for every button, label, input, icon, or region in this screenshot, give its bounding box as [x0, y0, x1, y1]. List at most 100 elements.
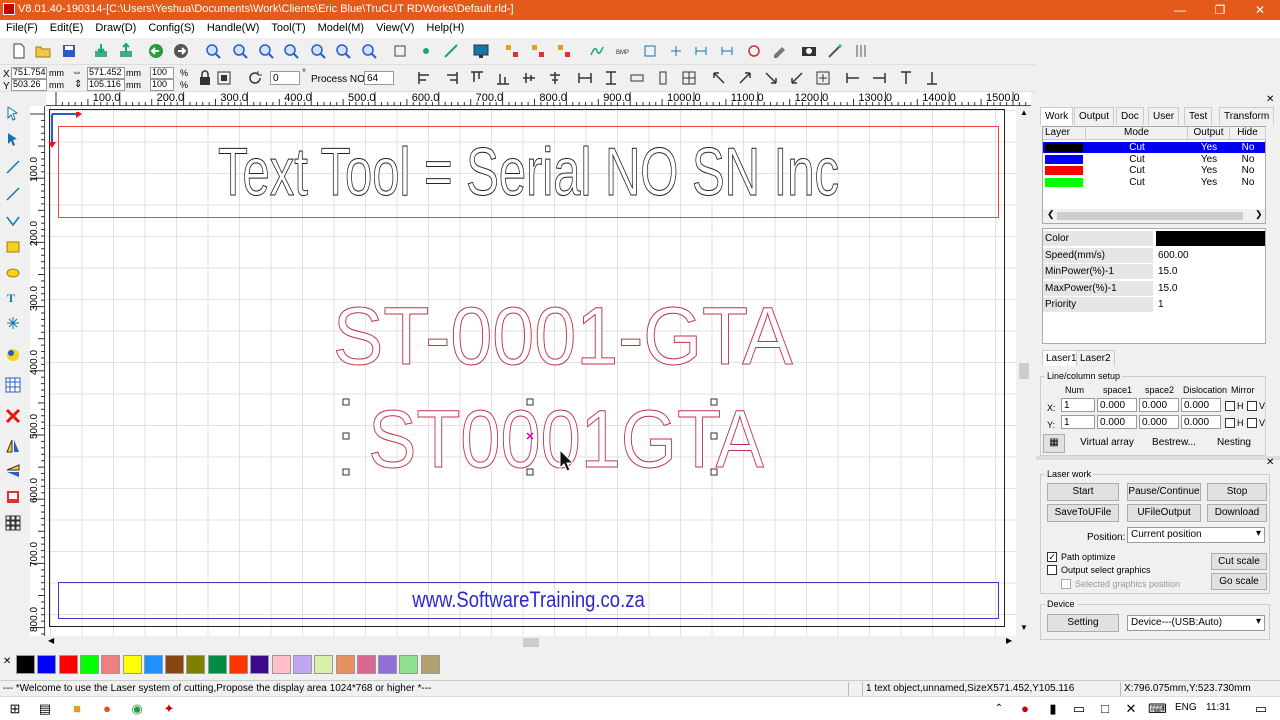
cut-scale-button[interactable]: Cut scale [1211, 553, 1267, 570]
scroll-right-icon[interactable]: ❯ [1255, 209, 1263, 220]
align-center-h-icon[interactable] [546, 69, 564, 87]
zoom-page-icon[interactable] [309, 42, 327, 60]
tab-doc[interactable]: Doc [1116, 107, 1144, 125]
palette-swatch[interactable] [314, 655, 334, 674]
apply-size-icon[interactable] [215, 69, 233, 87]
layer-scroll-thumb[interactable] [1057, 212, 1243, 220]
go-scale-button[interactable]: Go scale [1211, 573, 1267, 590]
palette-swatch[interactable] [186, 655, 206, 674]
weld-icon[interactable] [718, 42, 736, 60]
mirror-y-v-checkbox[interactable] [1247, 418, 1257, 428]
language-indicator[interactable]: ENG [1175, 702, 1197, 713]
palette-swatch[interactable] [207, 655, 227, 674]
scroll-right-icon[interactable]: ▶ [1006, 636, 1012, 645]
device-select[interactable]: Device---(USB:Auto) [1127, 615, 1265, 631]
select-arrow-icon[interactable] [4, 104, 22, 122]
selected-position-checkbox[interactable] [1061, 579, 1071, 589]
tray-expand-icon[interactable]: ⌃ [990, 700, 1008, 718]
no-color-icon[interactable]: ✕ [3, 656, 11, 667]
tray-app-icon[interactable]: ● [1016, 700, 1034, 718]
output-select-checkbox[interactable] [1047, 565, 1057, 575]
bitmap-icon[interactable]: BMP [614, 42, 632, 60]
array-icon[interactable] [503, 42, 521, 60]
pause-continue-button[interactable]: Pause/Continue [1127, 483, 1201, 501]
param-color-swatch[interactable] [1156, 231, 1265, 246]
layer-row[interactable]: Cut Yes No [1043, 142, 1265, 153]
hspace-left-icon[interactable] [844, 69, 862, 87]
process-no-input[interactable]: 64 [364, 71, 394, 85]
ungroup-icon[interactable] [555, 42, 573, 60]
curve-tool-icon[interactable] [4, 212, 22, 230]
polyline-tool-icon[interactable] [4, 185, 22, 203]
distribute-h-icon[interactable] [576, 69, 594, 87]
align-top-icon[interactable] [468, 69, 486, 87]
keyboard-icon[interactable]: ⌨ [1148, 700, 1167, 718]
palette-swatch[interactable] [165, 655, 185, 674]
mirror-x-h-checkbox[interactable] [1225, 401, 1235, 411]
horizontal-scroll-thumb[interactable] [523, 638, 539, 647]
start-button[interactable]: Start [1047, 483, 1119, 501]
scroll-left-icon[interactable]: ❮ [1047, 209, 1055, 220]
zoom-window-icon[interactable] [282, 42, 300, 60]
palette-swatch[interactable] [420, 655, 440, 674]
move-bottom-left-icon[interactable] [788, 69, 806, 87]
redo-icon[interactable] [172, 42, 190, 60]
header-text[interactable]: Text Tool = Serial NO SN Inc [190, 134, 868, 211]
bestrew-button[interactable]: Bestrew... [1145, 436, 1203, 452]
distribute-v-icon[interactable] [602, 69, 620, 87]
pen-icon[interactable] [771, 42, 789, 60]
close-button[interactable]: ✕ [1240, 0, 1280, 20]
cut-line-icon[interactable] [667, 42, 685, 60]
position-select[interactable]: Current position [1127, 527, 1265, 543]
menu-config[interactable]: Config(S) [142, 20, 200, 36]
vspace-bottom-icon[interactable] [923, 69, 941, 87]
same-height-icon[interactable] [654, 69, 672, 87]
height-input[interactable]: 105.116 [87, 79, 125, 91]
mirror-x-v-checkbox[interactable] [1247, 401, 1257, 411]
array-y-num[interactable]: 1 [1061, 415, 1095, 429]
menu-edit[interactable]: Edit(E) [44, 20, 90, 36]
param-value[interactable]: 15.0 [1156, 281, 1265, 296]
save-to-ufile-button[interactable]: SaveToUFile [1047, 504, 1119, 522]
zoom-fit-icon[interactable] [360, 42, 378, 60]
move-center-icon[interactable] [814, 69, 832, 87]
rdworks-taskbar-icon[interactable]: ✦ [160, 700, 178, 718]
scroll-left-icon[interactable]: ◀ [48, 636, 54, 645]
virtual-array-button[interactable]: Virtual array [1071, 436, 1143, 452]
palette-swatch[interactable] [229, 655, 248, 674]
rotate-icon[interactable] [246, 69, 264, 87]
palette-swatch[interactable] [37, 655, 57, 674]
path-optimize-checkbox[interactable]: ✓ [1047, 552, 1057, 562]
param-value[interactable]: 1 [1156, 297, 1265, 312]
rotate-input[interactable]: 0 [270, 71, 300, 85]
array-x-dislocation[interactable]: 0.000 [1181, 398, 1221, 412]
array-y-space2[interactable]: 0.000 [1139, 415, 1179, 429]
drawing-canvas[interactable]: Text Tool = Serial NO SN Inc ST-0001-GTA… [46, 106, 1016, 636]
x-position-input[interactable]: 751.754 [11, 67, 47, 79]
align-left-icon[interactable] [416, 69, 434, 87]
array-x-space1[interactable]: 0.000 [1097, 398, 1137, 412]
menu-model[interactable]: Model(M) [312, 20, 370, 36]
vertical-scrollbar[interactable]: ▲ ▼ [1017, 106, 1031, 636]
lock-icon[interactable] [196, 69, 214, 87]
menu-draw[interactable]: Draw(D) [89, 20, 142, 36]
scale-y-input[interactable]: 100 [150, 79, 174, 91]
windows-start-icon[interactable]: ⊞ [6, 700, 24, 718]
horizontal-scrollbar[interactable]: ◀ ▶ [46, 636, 1016, 649]
rect-tool-icon[interactable] [641, 42, 659, 60]
footer-url-text[interactable]: www.SoftwareTraining.co.za [133, 587, 923, 613]
mirror-v-icon[interactable] [4, 462, 22, 480]
line-tool-icon[interactable] [4, 158, 22, 176]
zoom-select-icon[interactable] [334, 42, 352, 60]
align-bottom-icon[interactable] [494, 69, 512, 87]
width-input[interactable]: 571.452 [87, 67, 125, 79]
zoom-out-icon[interactable] [257, 42, 275, 60]
delete-icon[interactable] [4, 407, 22, 425]
hspace-right-icon[interactable] [870, 69, 888, 87]
palette-swatch[interactable] [250, 655, 270, 674]
y-position-input[interactable]: 503.26 [11, 79, 47, 91]
task-view-icon[interactable]: ▤ [36, 700, 54, 718]
new-file-icon[interactable] [10, 42, 28, 60]
setting-button[interactable]: Setting [1047, 614, 1119, 632]
param-value[interactable]: 15.0 [1156, 264, 1265, 279]
